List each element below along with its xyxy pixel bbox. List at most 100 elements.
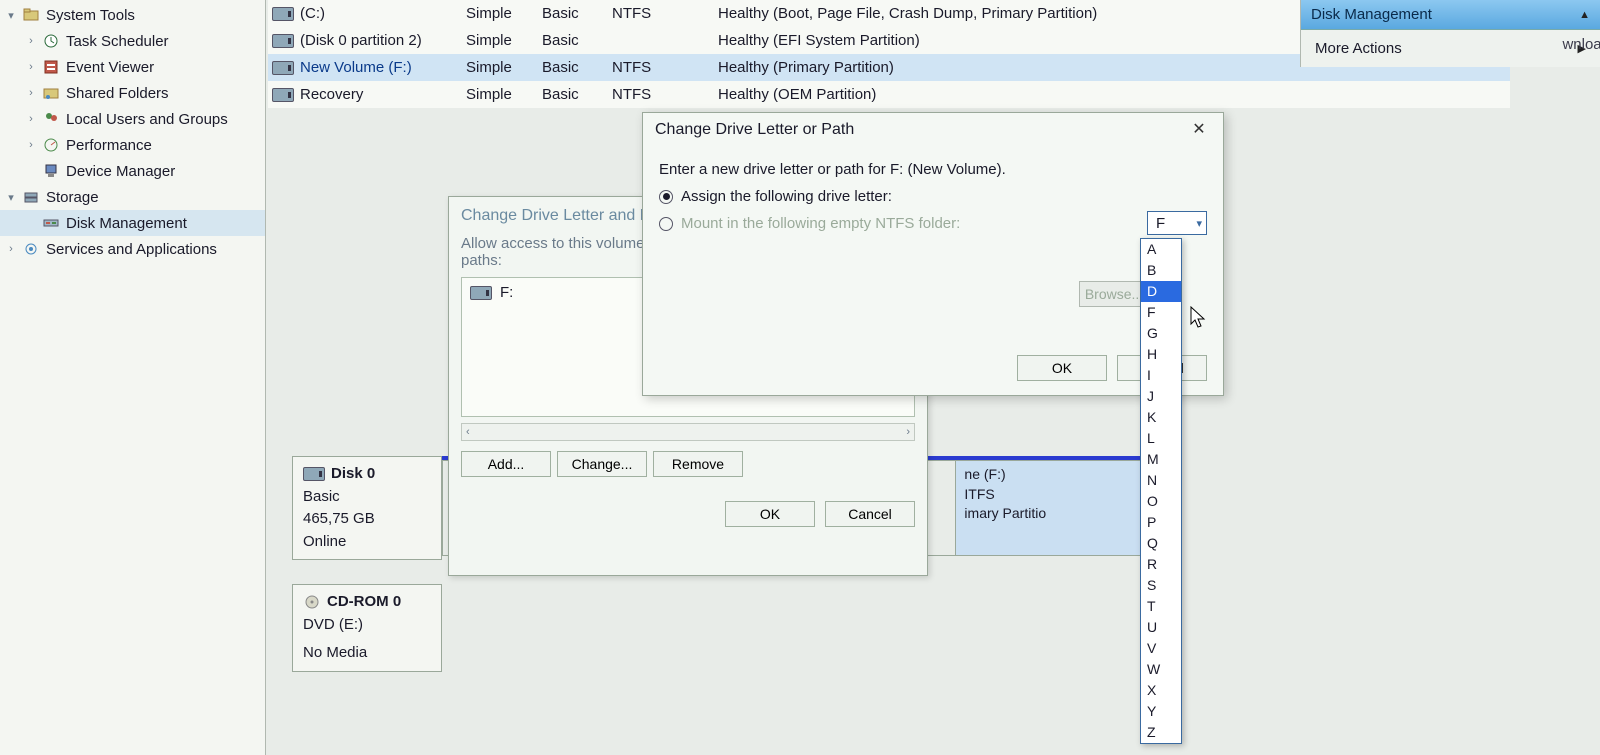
users-icon: [42, 110, 60, 128]
storage-icon: [22, 188, 40, 206]
cursor-icon: [1190, 306, 1208, 330]
combobox-value: F: [1156, 215, 1165, 232]
tree-item-task-scheduler[interactable]: › Task Scheduler: [0, 28, 265, 54]
chevron-right-icon: ›: [26, 113, 36, 125]
actions-more[interactable]: More Actions ▶: [1301, 30, 1600, 67]
event-icon: [42, 58, 60, 76]
volume-type: Basic: [542, 86, 612, 103]
option-mount-folder[interactable]: Mount in the following empty NTFS folder…: [659, 215, 1207, 232]
drive-icon: [272, 88, 294, 102]
close-button[interactable]: ✕: [1185, 119, 1213, 141]
dropdown-item[interactable]: T: [1141, 596, 1181, 617]
dropdown-item[interactable]: O: [1141, 491, 1181, 512]
tree-label: Task Scheduler: [66, 33, 169, 50]
tree-item-performance[interactable]: › Performance: [0, 132, 265, 158]
cdrom-icon: [303, 593, 321, 611]
drive-letter-dropdown[interactable]: ABDFGHIJKLMNOPQRSTUVWXYZ: [1140, 238, 1182, 744]
tree-label: Disk Management: [66, 215, 187, 232]
cancel-button[interactable]: Cancel: [825, 501, 915, 527]
chevron-right-icon: ›: [6, 243, 16, 255]
dropdown-item[interactable]: P: [1141, 512, 1181, 533]
tree-item-storage[interactable]: ▾ Storage: [0, 184, 265, 210]
tree-label: Storage: [46, 189, 99, 206]
disk-info[interactable]: Disk 0 Basic 465,75 GB Online: [292, 456, 442, 560]
tree-item-disk-management[interactable]: Disk Management: [0, 210, 265, 236]
chevron-right-icon: ›: [26, 35, 36, 47]
radio-icon: [659, 190, 673, 204]
tree-label: Event Viewer: [66, 59, 154, 76]
volume-fs: NTFS: [612, 59, 718, 76]
dropdown-item[interactable]: J: [1141, 386, 1181, 407]
dropdown-item[interactable]: R: [1141, 554, 1181, 575]
dropdown-item[interactable]: Z: [1141, 722, 1181, 743]
volume-name: Recovery: [300, 86, 363, 103]
tree-label: Services and Applications: [46, 241, 217, 258]
remove-button[interactable]: Remove: [653, 451, 743, 477]
dropdown-item[interactable]: F: [1141, 302, 1181, 323]
tree-item-local-users[interactable]: › Local Users and Groups: [0, 106, 265, 132]
dropdown-item[interactable]: Q: [1141, 533, 1181, 554]
actions-pane-header[interactable]: Disk Management ▲: [1301, 0, 1600, 30]
dropdown-item[interactable]: Y: [1141, 701, 1181, 722]
dropdown-item[interactable]: D: [1141, 281, 1181, 302]
actions-pane: Disk Management ▲ More Actions ▶: [1300, 0, 1600, 67]
seg-line: ne (F:): [964, 465, 1163, 485]
tree-item-services[interactable]: › Services and Applications: [0, 236, 265, 262]
dropdown-item[interactable]: H: [1141, 344, 1181, 365]
drive-letter-combobox[interactable]: F ▾: [1147, 211, 1207, 235]
disk-block: CD-ROM 0 DVD (E:) No Media: [292, 584, 1172, 672]
add-button[interactable]: Add...: [461, 451, 551, 477]
browse-button: Browse...: [1079, 281, 1149, 307]
tree-label: Local Users and Groups: [66, 111, 228, 128]
drive-icon: [470, 286, 492, 300]
ok-button[interactable]: OK: [725, 501, 815, 527]
disk-state: No Media: [303, 642, 431, 665]
ok-button[interactable]: OK: [1017, 355, 1107, 381]
option-assign-letter[interactable]: Assign the following drive letter:: [659, 188, 1207, 205]
dropdown-item[interactable]: L: [1141, 428, 1181, 449]
tree-item-shared-folders[interactable]: › Shared Folders: [0, 80, 265, 106]
disk-name: Disk 0: [331, 463, 375, 486]
dropdown-item[interactable]: B: [1141, 260, 1181, 281]
tree-item-system-tools[interactable]: ▾ System Tools: [0, 2, 265, 28]
volume-layout: Simple: [466, 59, 542, 76]
dropdown-item[interactable]: G: [1141, 323, 1181, 344]
volume-status: Healthy (OEM Partition): [718, 86, 1510, 103]
disk-info[interactable]: CD-ROM 0 DVD (E:) No Media: [292, 584, 442, 672]
tree-item-event-viewer[interactable]: › Event Viewer: [0, 54, 265, 80]
dropdown-item[interactable]: W: [1141, 659, 1181, 680]
disk-type: DVD (E:): [303, 614, 431, 637]
dropdown-item[interactable]: U: [1141, 617, 1181, 638]
list-item-label: F:: [500, 284, 513, 301]
volume-row[interactable]: Recovery Simple Basic NTFS Healthy (OEM …: [268, 81, 1510, 108]
change-letter-dialog: Change Drive Letter or Path ✕ Enter a ne…: [642, 112, 1224, 396]
volume-type: Basic: [542, 59, 612, 76]
volume-name: New Volume (F:): [300, 59, 412, 76]
dropdown-item[interactable]: X: [1141, 680, 1181, 701]
dropdown-item[interactable]: K: [1141, 407, 1181, 428]
tree-item-device-manager[interactable]: Device Manager: [0, 158, 265, 184]
dropdown-item[interactable]: A: [1141, 239, 1181, 260]
volume-fs: NTFS: [612, 86, 718, 103]
dropdown-item[interactable]: V: [1141, 638, 1181, 659]
tree-label: Performance: [66, 137, 152, 154]
volume-fs: NTFS: [612, 5, 718, 22]
truncated-text: wnload: [1562, 36, 1600, 53]
shared-folder-icon: [42, 84, 60, 102]
dropdown-item[interactable]: S: [1141, 575, 1181, 596]
volume-type: Basic: [542, 5, 612, 22]
change-button[interactable]: Change...: [557, 451, 647, 477]
dropdown-item[interactable]: I: [1141, 365, 1181, 386]
device-icon: [42, 162, 60, 180]
dropdown-item[interactable]: N: [1141, 470, 1181, 491]
chevron-down-icon: ▾: [1196, 217, 1202, 230]
tree-label: Device Manager: [66, 163, 175, 180]
dialog-titlebar[interactable]: Change Drive Letter or Path ✕: [643, 113, 1223, 147]
disk-size: 465,75 GB: [303, 508, 431, 531]
performance-icon: [42, 136, 60, 154]
chevron-right-icon: ›: [26, 139, 36, 151]
actions-more-label: More Actions: [1315, 40, 1402, 57]
disk-mgmt-icon: [42, 214, 60, 232]
horizontal-scrollbar[interactable]: ‹›: [461, 423, 915, 441]
dropdown-item[interactable]: M: [1141, 449, 1181, 470]
